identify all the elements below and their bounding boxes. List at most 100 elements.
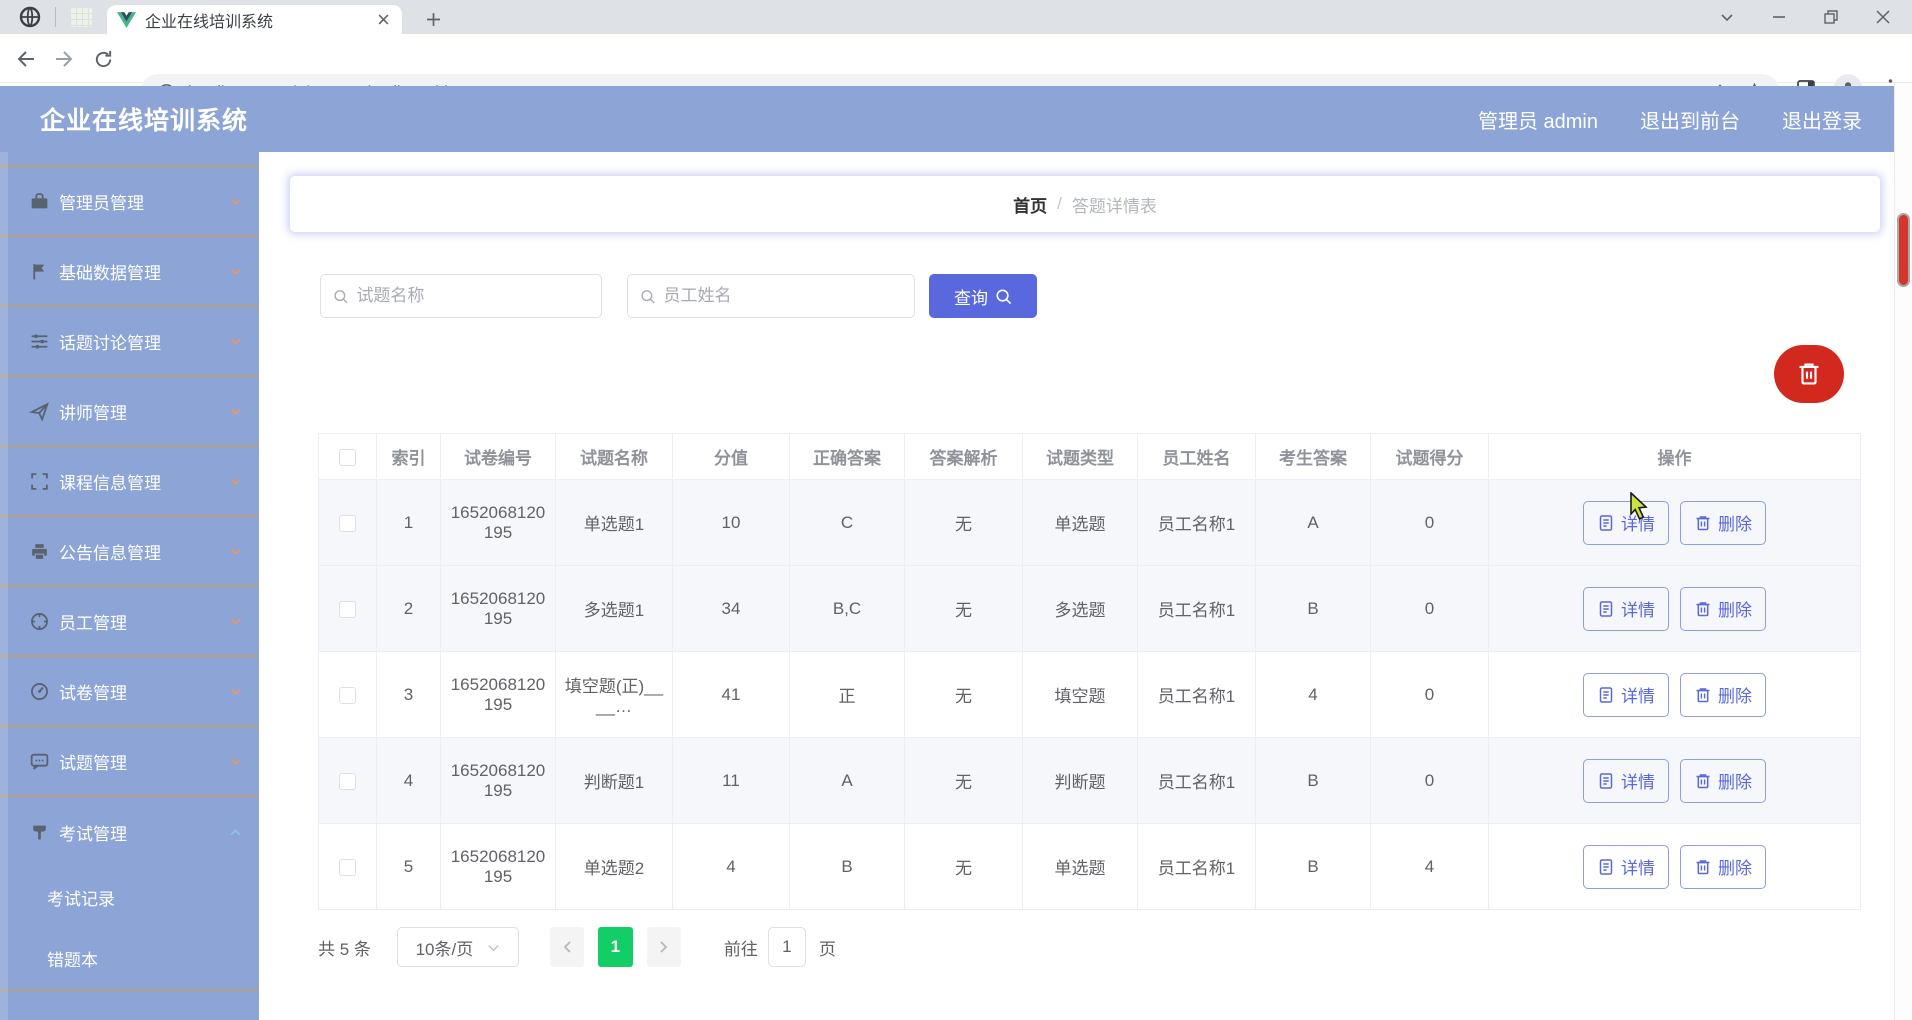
detail-button[interactable]: 详情 <box>1583 844 1669 889</box>
header-link-logout[interactable]: 退出登录 <box>1782 105 1862 134</box>
select-all-checkbox[interactable] <box>339 448 356 466</box>
row-checkbox[interactable] <box>339 514 356 532</box>
trash-icon <box>1694 772 1712 790</box>
delete-button[interactable]: 删除 <box>1680 844 1766 889</box>
cell-actions: 详情 删除 <box>1488 479 1861 566</box>
forward-icon[interactable] <box>50 45 78 73</box>
cell-points: 0 <box>1370 737 1489 824</box>
delete-button[interactable]: 删除 <box>1680 500 1766 545</box>
sidebar-item-label: 试题管理 <box>59 753 127 773</box>
chevron-down-icon <box>227 193 243 209</box>
sidebar-item-4[interactable]: 讲师管理 <box>0 377 259 447</box>
cell-score: 34 <box>672 565 790 652</box>
window-minimize-button[interactable] <box>1768 6 1790 28</box>
cell-index: 4 <box>376 737 441 824</box>
row-checkbox[interactable] <box>339 772 356 790</box>
goto-page-input[interactable] <box>767 927 806 967</box>
sidebar-item-8[interactable]: 试卷管理 <box>0 657 259 727</box>
column-header: 答案解析 <box>904 433 1023 480</box>
page-scrollbar-thumb[interactable] <box>1897 213 1910 287</box>
batch-delete-button[interactable] <box>1774 345 1844 403</box>
detail-button[interactable]: 详情 <box>1583 586 1669 631</box>
new-tab-button[interactable] <box>420 6 446 32</box>
cell-index: 2 <box>376 565 441 652</box>
current-page-button[interactable]: 1 <box>597 927 633 967</box>
row-select-cell <box>318 651 377 738</box>
compass-icon <box>28 610 50 632</box>
answer-details-table: 索引 试卷编号 试题名称 分值 正确答案 答案解析 试题类型 员工姓名 考生答案 试题得分 操作 1… <box>318 433 1861 910</box>
header-link-front[interactable]: 退出到前台 <box>1640 105 1740 134</box>
column-header: 试题名称 <box>555 433 673 480</box>
browser-titlebar: 企业在线培训系统 <box>0 0 1912 34</box>
back-icon[interactable] <box>12 45 40 73</box>
tab-search-chevron-icon[interactable] <box>1716 6 1738 28</box>
employee-name-input[interactable] <box>663 286 902 306</box>
delete-button[interactable]: 删除 <box>1680 586 1766 631</box>
cell-type: 判断题 <box>1022 737 1138 824</box>
fullscreen-icon <box>28 470 50 492</box>
question-name-input[interactable] <box>356 286 589 306</box>
sidebar-item-9[interactable]: 试题管理 <box>0 727 259 797</box>
cell-employee: 员工名称1 <box>1137 479 1256 566</box>
cell-actions: 详情 删除 <box>1488 651 1861 738</box>
row-checkbox[interactable] <box>339 686 356 704</box>
column-header: 分值 <box>672 433 790 480</box>
sidebar-item-6[interactable]: 公告信息管理 <box>0 517 259 587</box>
page-size-select[interactable]: 10条/页 <box>396 927 519 967</box>
inactive-tab-favicon[interactable] <box>70 7 92 27</box>
window-close-button[interactable] <box>1872 6 1894 28</box>
delete-button[interactable]: 删除 <box>1680 672 1766 717</box>
cell-points: 0 <box>1370 565 1489 652</box>
detail-button[interactable]: 详情 <box>1583 672 1669 717</box>
sidebar-item-5[interactable]: 课程信息管理 <box>0 447 259 517</box>
delete-button[interactable]: 删除 <box>1680 758 1766 803</box>
cell-type: 填空题 <box>1022 651 1138 738</box>
detail-button[interactable]: 详情 <box>1583 758 1669 803</box>
page-scrollbar-track[interactable] <box>1894 83 1912 1020</box>
sidebar-item-3[interactable]: 话题讨论管理 <box>0 307 259 377</box>
active-tab[interactable]: 企业在线培训系统 <box>107 5 402 34</box>
question-name-field[interactable] <box>320 274 602 318</box>
chevron-down-icon <box>227 753 243 769</box>
cell-type: 多选题 <box>1022 565 1138 652</box>
sidebar-subitem-2[interactable]: 错题本 <box>0 928 259 989</box>
cell-analysis: 无 <box>904 823 1023 910</box>
chevron-down-icon <box>227 263 243 279</box>
tab-close-icon[interactable] <box>374 11 392 29</box>
cell-answer: 4 <box>1255 651 1371 738</box>
window-restore-button[interactable] <box>1820 6 1842 28</box>
sidebar-item-7[interactable]: 员工管理 <box>0 587 259 657</box>
row-checkbox[interactable] <box>339 600 356 618</box>
cell-paper_no: 1652068120195 <box>440 651 556 738</box>
timer-icon <box>28 680 50 702</box>
sidebar-item-10[interactable]: 考试管理 <box>0 797 259 867</box>
reload-icon[interactable] <box>89 45 117 73</box>
sidebar-item-2[interactable]: 基础数据管理 <box>0 237 259 307</box>
column-header: 正确答案 <box>789 433 905 480</box>
column-header: 员工姓名 <box>1137 433 1256 480</box>
row-checkbox[interactable] <box>339 858 356 876</box>
row-select-cell <box>318 823 377 910</box>
table-row: 1 1652068120195 单选题1 10 C 无单选题 员工名称1 A 0 详情 删除 <box>318 479 1861 566</box>
row-select-cell <box>318 565 377 652</box>
cell-answer: B <box>1255 823 1371 910</box>
sidebar-subitem-1[interactable]: 考试记录 <box>0 867 259 928</box>
query-button[interactable]: 查询 <box>929 274 1037 318</box>
prev-page-button[interactable] <box>549 927 584 967</box>
globe-icon[interactable] <box>18 5 42 29</box>
detail-button[interactable]: 详情 <box>1583 500 1669 545</box>
chevron-down-icon <box>227 543 243 559</box>
sidebar-item-label: 课程信息管理 <box>59 473 161 493</box>
chevron-down-icon <box>488 944 499 951</box>
sidebar-item-label: 公告信息管理 <box>59 543 161 563</box>
chat-icon <box>28 750 50 772</box>
cell-analysis: 无 <box>904 737 1023 824</box>
next-page-button[interactable] <box>646 927 681 967</box>
header-link-admin[interactable]: 管理员 admin <box>1478 105 1598 134</box>
cell-actions: 详情 删除 <box>1488 823 1861 910</box>
sidebar-item-1[interactable]: 管理员管理 <box>0 167 259 237</box>
pagination-total: 共 5 条 <box>318 939 371 959</box>
employee-name-field[interactable] <box>627 274 915 318</box>
breadcrumb-home[interactable]: 首页 <box>1013 192 1047 217</box>
row-select-cell <box>318 737 377 824</box>
